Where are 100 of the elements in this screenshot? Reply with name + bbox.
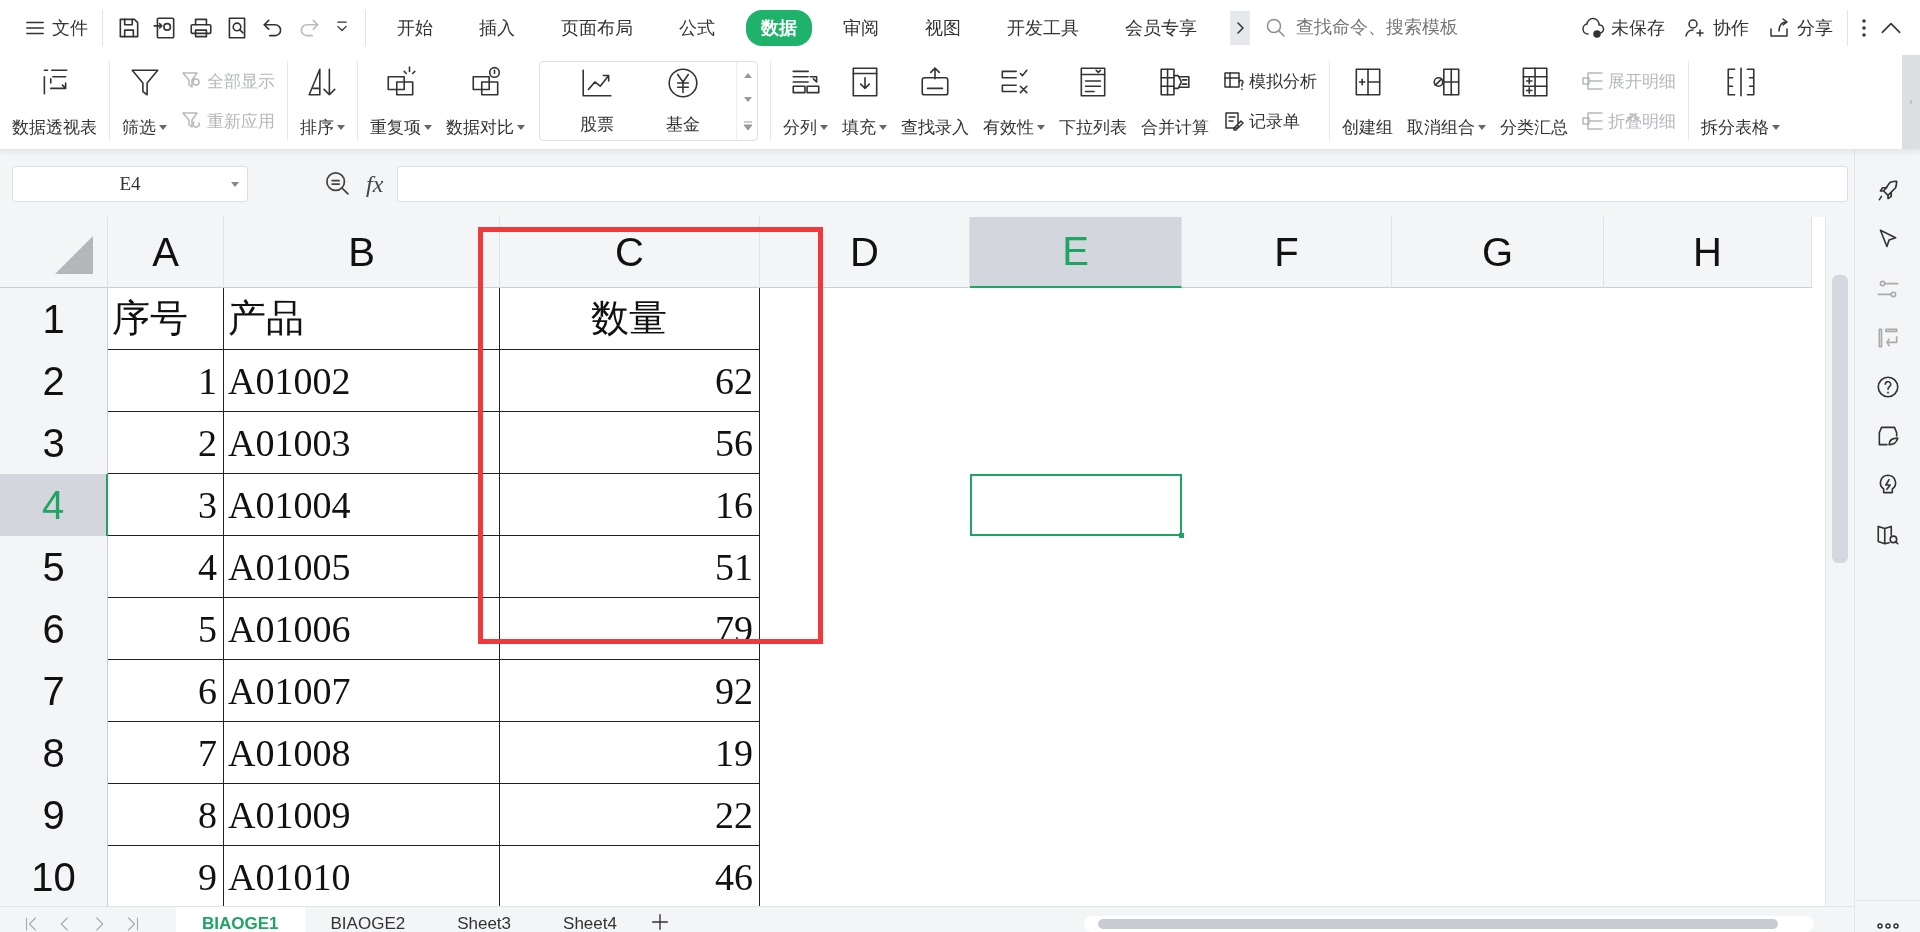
expand-detail-icon [1582,70,1604,92]
toolbar-action[interactable]: 分享 [1761,11,1839,44]
yen-coin-icon [666,66,700,100]
ribbon-button[interactable]: 有效性 [977,61,1051,141]
table-cell: 序号 [108,288,224,350]
table-cell: 产品 [224,288,500,350]
ribbon-tab[interactable]: 公式 [664,9,730,46]
table-cell: A01002 [224,350,500,412]
ribbon-tab[interactable]: 开发工具 [992,9,1094,46]
row-header[interactable]: 9 [0,784,108,846]
sheet-tab[interactable]: Sheet4 [537,907,643,932]
select-all-icon[interactable] [55,236,93,274]
table-cell: A01003 [224,412,500,474]
sheet-tab[interactable]: Sheet3 [431,907,538,932]
column-header[interactable]: G [1392,217,1604,288]
table-cell: 51 [500,536,760,598]
scroll-down-icon[interactable] [743,96,753,104]
table-cell: 3 [108,474,224,536]
column-header[interactable]: D [760,217,970,288]
ribbon-button[interactable]: 分类汇总 [1494,61,1574,141]
ribbon-tab[interactable]: 会员专享 [1110,9,1212,46]
search-field[interactable]: 查找命令、搜索模板 [1294,16,1558,39]
table-cell: 8 [108,784,224,846]
ribbon-button[interactable]: 排序 [294,61,351,141]
table-question-icon [1223,70,1245,92]
more-button[interactable] [1855,900,1920,929]
column-header[interactable]: B [224,217,500,288]
merge-calc-icon [1158,65,1192,99]
ribbon-tab[interactable]: 插入 [464,9,530,46]
row-header[interactable]: 5 [0,536,108,598]
ribbon-button[interactable]: 填充 [836,61,893,141]
vertical-scrollbar[interactable] [1825,217,1854,906]
sheet-tab[interactable]: BIAOGE2 [304,907,432,932]
ribbon-button[interactable]: 数据对比 [440,61,531,141]
table-cell: 22 [500,784,760,846]
help-button[interactable] [1874,374,1901,400]
row-header[interactable]: 7 [0,660,108,722]
help-icon [1874,374,1901,400]
gallery-item[interactable]: 股票 [554,62,640,140]
ribbon-tab[interactable]: 视图 [910,9,976,46]
gallery-item[interactable]: 基金 [640,62,726,140]
table-cell: 19 [500,722,760,784]
toolbar-action[interactable]: 协作 [1677,11,1755,44]
table-cell: 1 [108,350,224,412]
zoom-formula-icon [324,170,352,198]
table-cell: 4 [108,536,224,598]
row-header[interactable]: 2 [0,350,108,412]
file-menu[interactable]: 文件 [18,11,94,44]
table-cell: 6 [108,660,224,722]
ribbon-button[interactable]: 拆分表格 [1695,61,1786,141]
more-tabs-button[interactable] [1230,10,1250,45]
table-cell: 数量 [500,288,760,350]
ribbon-button[interactable]: 查找录入 [895,61,975,141]
ribbon-tab[interactable]: 审阅 [828,9,894,46]
ribbon-tab[interactable]: 开始 [382,9,448,46]
table-cell: A01009 [224,784,500,846]
column-header[interactable]: F [1182,217,1392,288]
row-header[interactable]: 1 [0,288,108,350]
scrollbar-thumb[interactable] [1832,275,1848,563]
table-cell: A01006 [224,598,500,660]
expand-gallery-icon[interactable] [743,121,753,132]
share-icon [1767,15,1791,40]
ribbon-button[interactable]: 筛选 [116,61,173,141]
row-header[interactable]: 10 [0,846,108,906]
ribbon-button[interactable]: 分列 [777,61,834,141]
column-header[interactable]: A [108,217,224,288]
dropdown-caret-icon [231,181,239,187]
lookup-entry-icon [918,65,952,99]
row-header[interactable]: 6 [0,598,108,660]
ribbon-button[interactable]: 合并计算 [1135,61,1215,141]
scrollbar-thumb[interactable] [1098,919,1778,929]
ribbon-button[interactable]: 取消组合 [1401,61,1492,141]
ribbon-tab[interactable]: 页面布局 [546,9,648,46]
cloud-icon [1581,15,1605,40]
table-cell: 56 [500,412,760,474]
active-cell[interactable] [970,474,1182,536]
function-label[interactable]: fx [366,170,384,198]
collapse-detail-icon [1582,110,1604,132]
table-cell: 5 [108,598,224,660]
formula-field[interactable] [397,166,1848,202]
column-header[interactable]: H [1604,217,1812,288]
toolbar-action[interactable]: 未保存 [1575,11,1671,44]
table-cell: A01005 [224,536,500,598]
chevron-icon [1236,21,1244,34]
more-icon [1876,923,1899,929]
ribbon-button[interactable]: 下拉列表 [1053,61,1133,141]
form-pencil-icon [1223,110,1245,132]
ribbon-button[interactable]: 数据透视表 [6,61,103,141]
horizontal-scrollbar[interactable] [1084,916,1814,932]
column-header[interactable]: C [500,217,760,288]
ribbon-button[interactable]: 模拟分析 [1217,67,1323,95]
name-box[interactable]: E4 [12,166,248,202]
table-cell: A01004 [224,474,500,536]
table-cell: 7 [108,722,224,784]
row-header[interactable]: 3 [0,412,108,474]
row-header[interactable]: 8 [0,722,108,784]
ribbon-button[interactable]: 记录单 [1217,107,1323,135]
ribbon-button[interactable]: 创建组 [1336,61,1399,141]
ribbon-button[interactable]: 重复项 [364,61,438,141]
table-cell: A01008 [224,722,500,784]
